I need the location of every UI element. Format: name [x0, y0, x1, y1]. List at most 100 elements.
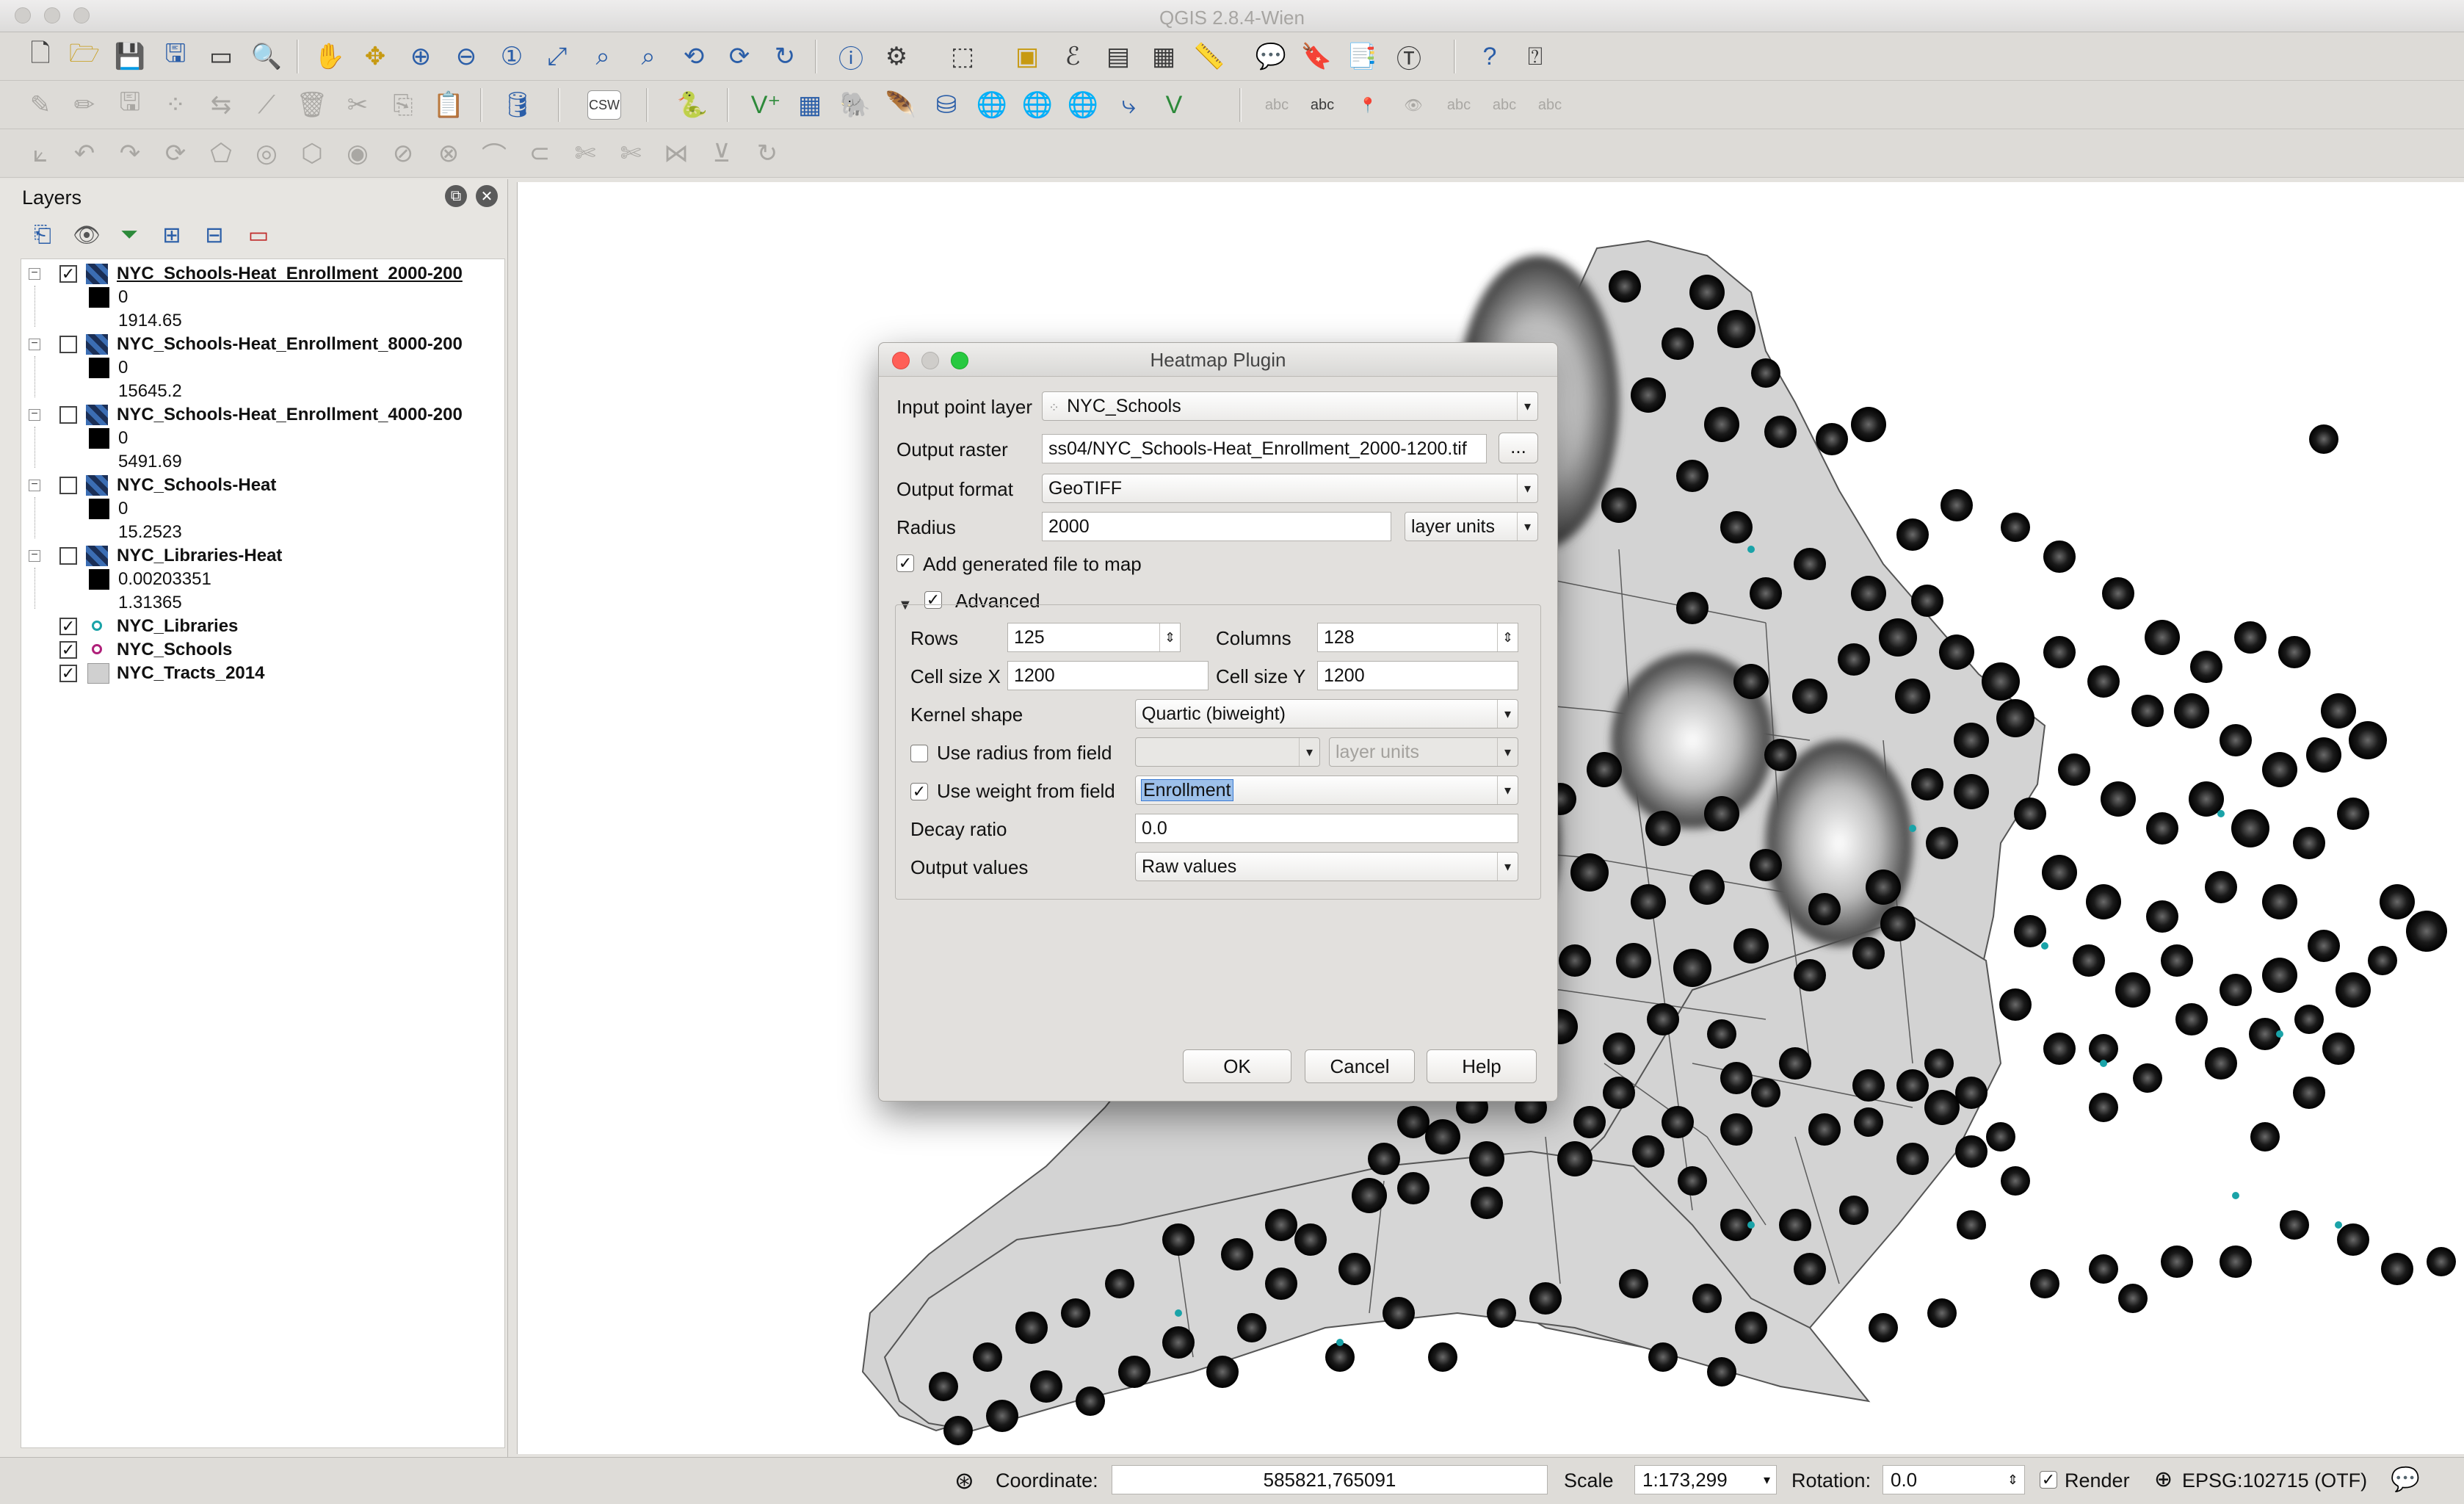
output-values-combo[interactable]: Raw values ▾	[1135, 852, 1518, 881]
identify-features-icon[interactable]: ⓘ	[833, 38, 869, 75]
layer-visibility-checkbox[interactable]: ✓	[59, 641, 77, 659]
columns-spinbox[interactable]: 128 ⇕	[1317, 623, 1518, 652]
dialog-zoom-button[interactable]	[951, 352, 968, 369]
show-bookmarks-icon[interactable]: 📑	[1344, 38, 1380, 75]
weight-field-combo[interactable]: Enrollment ▾	[1135, 776, 1518, 805]
add-to-map-checkbox[interactable]: ✓	[896, 554, 914, 572]
toggle-editing-icon[interactable]: ✏	[66, 87, 103, 123]
pan-to-selection-icon[interactable]: ✥	[357, 38, 394, 75]
pin-labels-icon[interactable]: 📍	[1349, 87, 1386, 123]
help-button[interactable]: Help	[1427, 1049, 1537, 1083]
text-annotation-icon[interactable]: Ⓣ	[1391, 38, 1427, 75]
zoom-full-icon[interactable]: ⤢	[539, 38, 576, 75]
rotate-feature-icon[interactable]: ⟳	[157, 135, 194, 172]
split-parts-icon[interactable]: ✄	[612, 135, 649, 172]
add-ring-icon[interactable]: ◎	[248, 135, 285, 172]
add-delimited-text-icon[interactable]: ⤷	[1110, 87, 1147, 123]
simplify-feature-icon[interactable]: ⬠	[203, 135, 239, 172]
save-edits-icon[interactable]: 🖫	[112, 87, 148, 123]
add-spatialite-layer-icon[interactable]: 🪶	[883, 87, 919, 123]
output-raster-field[interactable]: ss04/NYC_Schools-Heat_Enrollment_2000-12…	[1042, 434, 1487, 463]
measure-line-icon[interactable]: 📏	[1191, 38, 1228, 75]
layer-item[interactable]: − ✓ NYC_Schools-Heat_Enrollment_2000-200	[21, 262, 506, 286]
layer-item[interactable]: − NYC_Schools-Heat	[21, 474, 506, 497]
deselect-features-icon[interactable]: ▣	[1009, 38, 1046, 75]
stepper-icon[interactable]: ⇕	[2007, 1466, 2018, 1494]
layer-item[interactable]: − NYC_Schools-Heat_Enrollment_8000-200	[21, 333, 506, 356]
coordinate-toggle-icon[interactable]: ⊛	[954, 1467, 974, 1494]
current-edits-icon[interactable]: ✎	[22, 87, 59, 123]
map-tips-icon[interactable]: 💬	[1253, 38, 1289, 75]
cancel-button[interactable]: Cancel	[1305, 1049, 1415, 1083]
copy-features-icon[interactable]: ⎘	[385, 87, 421, 123]
collapse-toggle[interactable]: −	[29, 408, 40, 421]
layer-item[interactable]: ✓ NYC_Libraries	[21, 615, 506, 638]
move-feature-icon[interactable]: ⇆	[203, 87, 239, 123]
open-project-icon[interactable]: 🗁	[66, 38, 103, 75]
messages-icon[interactable]: 💬	[2391, 1465, 2420, 1493]
collapse-toggle[interactable]: −	[29, 267, 40, 280]
layer-visibility-checkbox[interactable]: ✓	[59, 665, 77, 682]
remove-layer-icon[interactable]: ▭	[242, 219, 275, 251]
use-weight-field-checkbox[interactable]: ✓	[910, 783, 928, 800]
pan-map-icon[interactable]: ✋	[311, 38, 348, 75]
radius-field[interactable]: 2000	[1042, 512, 1391, 541]
layer-visibility-checkbox[interactable]	[59, 336, 77, 353]
ok-button[interactable]: OK	[1183, 1049, 1291, 1083]
cell-size-x-field[interactable]: 1200	[1007, 661, 1209, 690]
render-checkbox[interactable]: ✓	[2040, 1471, 2057, 1489]
save-project-icon[interactable]: 💾	[112, 38, 148, 75]
action-icon[interactable]: ⚙	[878, 38, 915, 75]
output-format-combo[interactable]: GeoTIFF ▾	[1042, 474, 1538, 503]
decay-ratio-field[interactable]: 0.0	[1135, 814, 1518, 843]
radius-units-combo[interactable]: layer units ▾	[1405, 512, 1538, 541]
add-wfs-layer-icon[interactable]: 🌐	[1065, 87, 1101, 123]
add-feature-icon[interactable]: ⁘	[157, 87, 194, 123]
add-raster-layer-icon[interactable]: ▦	[791, 87, 828, 123]
whats-this-icon[interactable]: ⍰	[1517, 38, 1554, 75]
crs-status[interactable]: EPSG:102715 (OTF)	[2182, 1469, 2367, 1492]
statistics-icon[interactable]: ▦	[1145, 38, 1182, 75]
select-features-icon[interactable]: ⬚	[944, 38, 981, 75]
new-project-icon[interactable]: 🗋	[22, 38, 59, 75]
browse-output-button[interactable]: ...	[1499, 433, 1538, 463]
layer-visibility-checkbox[interactable]: ✓	[59, 265, 77, 283]
label-tool-icon[interactable]: abc	[1258, 87, 1295, 123]
field-calculator-icon[interactable]: ℰ	[1054, 38, 1091, 75]
coordinate-field[interactable]: 585821,765091	[1112, 1465, 1548, 1494]
zoom-next-icon[interactable]: ⟳	[721, 38, 758, 75]
add-wcs-layer-icon[interactable]: 🌐	[1019, 87, 1056, 123]
refresh-icon[interactable]: ↻	[767, 38, 803, 75]
split-features-icon[interactable]: ✄	[567, 135, 604, 172]
rows-spinbox[interactable]: 125 ⇕	[1007, 623, 1181, 652]
layer-item[interactable]: ✓ NYC_Schools	[21, 638, 506, 662]
zoom-native-icon[interactable]: ①	[493, 38, 530, 75]
redo-icon[interactable]: ↷	[112, 135, 148, 172]
python-console-icon[interactable]: 🐍	[674, 87, 711, 123]
layer-visibility-checkbox[interactable]	[59, 547, 77, 565]
crs-icon[interactable]: ⊕	[2154, 1467, 2173, 1492]
add-vector-layer-icon[interactable]: V⁺	[747, 87, 784, 123]
scale-combo[interactable]: 1:173,299 ▾	[1634, 1465, 1777, 1494]
manage-visibility-icon[interactable]: 👁	[70, 219, 103, 251]
show-hide-labels-icon[interactable]: 👁	[1395, 87, 1432, 123]
kernel-shape-combo[interactable]: Quartic (biweight) ▾	[1135, 699, 1518, 728]
layer-item[interactable]: − NYC_Libraries-Heat	[21, 544, 506, 568]
paste-features-icon[interactable]: 📋	[430, 87, 467, 123]
rotate-label-icon[interactable]: abc	[1486, 87, 1523, 123]
reshape-features-icon[interactable]: ⌒	[476, 135, 512, 172]
collapse-all-icon[interactable]: ⊟	[198, 219, 231, 251]
composer-manager-icon[interactable]: 🔍	[248, 38, 285, 75]
delete-part-icon[interactable]: ⊗	[430, 135, 467, 172]
filter-legend-icon[interactable]: ⏷	[113, 219, 145, 251]
layer-visibility-checkbox[interactable]: ✓	[59, 618, 77, 635]
csw-icon[interactable]: CSW	[587, 90, 621, 120]
rotate-point-icon[interactable]: ⟀	[22, 135, 59, 172]
use-radius-field-checkbox[interactable]	[910, 745, 928, 762]
merge-attributes-icon[interactable]: ⊻	[703, 135, 740, 172]
stepper-icon[interactable]: ⇕	[1497, 623, 1518, 651]
rotation-spinbox[interactable]: 0.0 ⇕	[1883, 1465, 2025, 1494]
layer-visibility-checkbox[interactable]	[59, 477, 77, 494]
radius-field-units-combo[interactable]: layer units ▾	[1329, 737, 1518, 767]
close-panel-icon[interactable]: ✕	[476, 185, 498, 207]
